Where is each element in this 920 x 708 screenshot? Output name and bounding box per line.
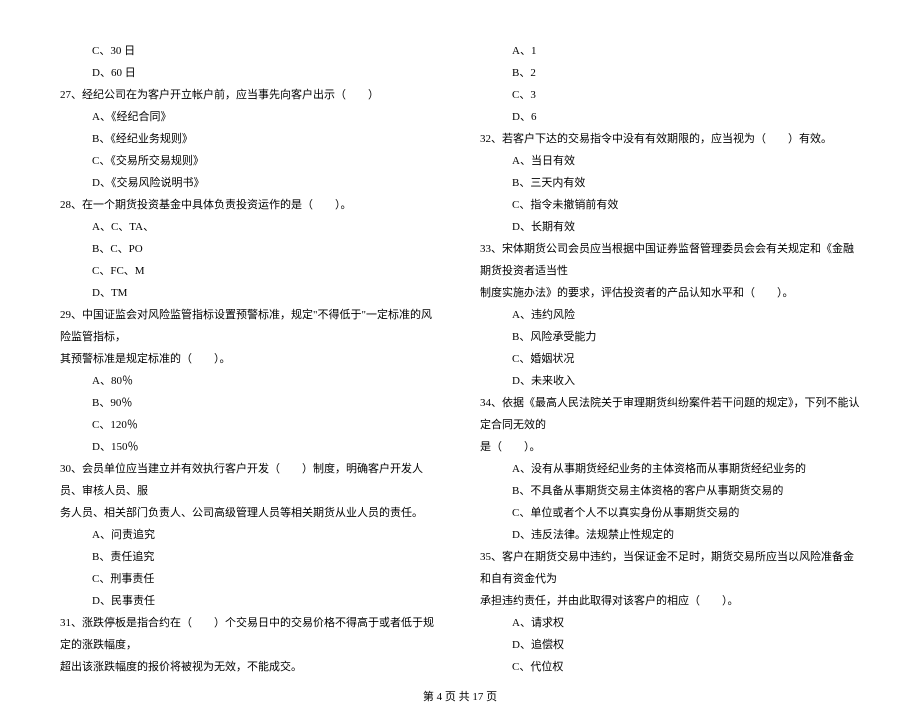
- text-line: A、问责追究: [60, 524, 440, 546]
- text-line: 超出该涨跌幅度的报价将被视为无效，不能成交。: [60, 656, 440, 678]
- text-line: A、《经纪合同》: [60, 106, 440, 128]
- text-line: C、婚姻状况: [480, 348, 860, 370]
- text-line: A、违约风险: [480, 304, 860, 326]
- question-line: 31、涨跌停板是指合约在（ ）个交易日中的交易价格不得高于或者低于规定的涨跌幅度…: [60, 612, 440, 656]
- text-line: C、30 日: [60, 40, 440, 62]
- text-line: D、违反法律。法规禁止性规定的: [480, 524, 860, 546]
- text-line: 是（ ）。: [480, 436, 860, 458]
- text-line: B、不具备从事期货交易主体资格的客户从事期货交易的: [480, 480, 860, 502]
- text-line: A、C、TA、: [60, 216, 440, 238]
- text-line: B、2: [480, 62, 860, 84]
- text-line: C、单位或者个人不以真实身份从事期货交易的: [480, 502, 860, 524]
- text-line: D、TM: [60, 282, 440, 304]
- question-line: 32、若客户下达的交易指令中没有有效期限的，应当视为（ ）有效。: [480, 128, 860, 150]
- question-line: 30、会员单位应当建立并有效执行客户开发（ ）制度，明确客户开发人员、审核人员、…: [60, 458, 440, 502]
- right-column: A、1 B、2 C、3 D、6 32、若客户下达的交易指令中没有有效期限的，应当…: [480, 40, 860, 678]
- text-line: 制度实施办法》的要求，评估投资者的产品认知水平和（ ）。: [480, 282, 860, 304]
- text-line: D、追偿权: [480, 634, 860, 656]
- text-line: B、责任追究: [60, 546, 440, 568]
- text-line: D、6: [480, 106, 860, 128]
- text-line: B、C、PO: [60, 238, 440, 260]
- text-line: A、1: [480, 40, 860, 62]
- text-line: C、3: [480, 84, 860, 106]
- text-line: B、《经纪业务规则》: [60, 128, 440, 150]
- text-line: D、《交易风险说明书》: [60, 172, 440, 194]
- text-line: D、民事责任: [60, 590, 440, 612]
- text-line: C、代位权: [480, 656, 860, 678]
- text-line: B、三天内有效: [480, 172, 860, 194]
- page-content: C、30 日 D、60 日 27、经纪公司在为客户开立帐户前，应当事先向客户出示…: [60, 40, 860, 678]
- text-line: 其预警标准是规定标准的（ ）。: [60, 348, 440, 370]
- text-line: D、长期有效: [480, 216, 860, 238]
- text-line: A、当日有效: [480, 150, 860, 172]
- text-line: B、90％: [60, 392, 440, 414]
- question-line: 29、中国证监会对风险监管指标设置预警标准，规定"不得低于"一定标准的风险监管指…: [60, 304, 440, 348]
- text-line: C、刑事责任: [60, 568, 440, 590]
- question-line: 34、依据《最高人民法院关于审理期货纠纷案件若干问题的规定》，下列不能认定合同无…: [480, 392, 860, 436]
- text-line: C、FC、M: [60, 260, 440, 282]
- question-line: 33、宋体期货公司会员应当根据中国证券监督管理委员会会有关规定和《金融期货投资者…: [480, 238, 860, 282]
- question-line: 27、经纪公司在为客户开立帐户前，应当事先向客户出示（ ）: [60, 84, 440, 106]
- text-line: 承担违约责任，并由此取得对该客户的相应（ ）。: [480, 590, 860, 612]
- text-line: B、风险承受能力: [480, 326, 860, 348]
- text-line: C、《交易所交易规则》: [60, 150, 440, 172]
- text-line: A、80％: [60, 370, 440, 392]
- text-line: C、指令未撤销前有效: [480, 194, 860, 216]
- question-line: 35、客户在期货交易中违约，当保证金不足时，期货交易所应当以风险准备金和自有资金…: [480, 546, 860, 590]
- text-line: D、150％: [60, 436, 440, 458]
- page-footer: 第 4 页 共 17 页: [60, 678, 860, 708]
- text-line: C、120％: [60, 414, 440, 436]
- question-line: 28、在一个期货投资基金中具体负责投资运作的是（ ）。: [60, 194, 440, 216]
- text-line: 务人员、相关部门负责人、公司高级管理人员等相关期货从业人员的责任。: [60, 502, 440, 524]
- text-line: D、60 日: [60, 62, 440, 84]
- text-line: A、没有从事期货经纪业务的主体资格而从事期货经纪业务的: [480, 458, 860, 480]
- left-column: C、30 日 D、60 日 27、经纪公司在为客户开立帐户前，应当事先向客户出示…: [60, 40, 440, 678]
- text-line: D、未来收入: [480, 370, 860, 392]
- text-line: A、请求权: [480, 612, 860, 634]
